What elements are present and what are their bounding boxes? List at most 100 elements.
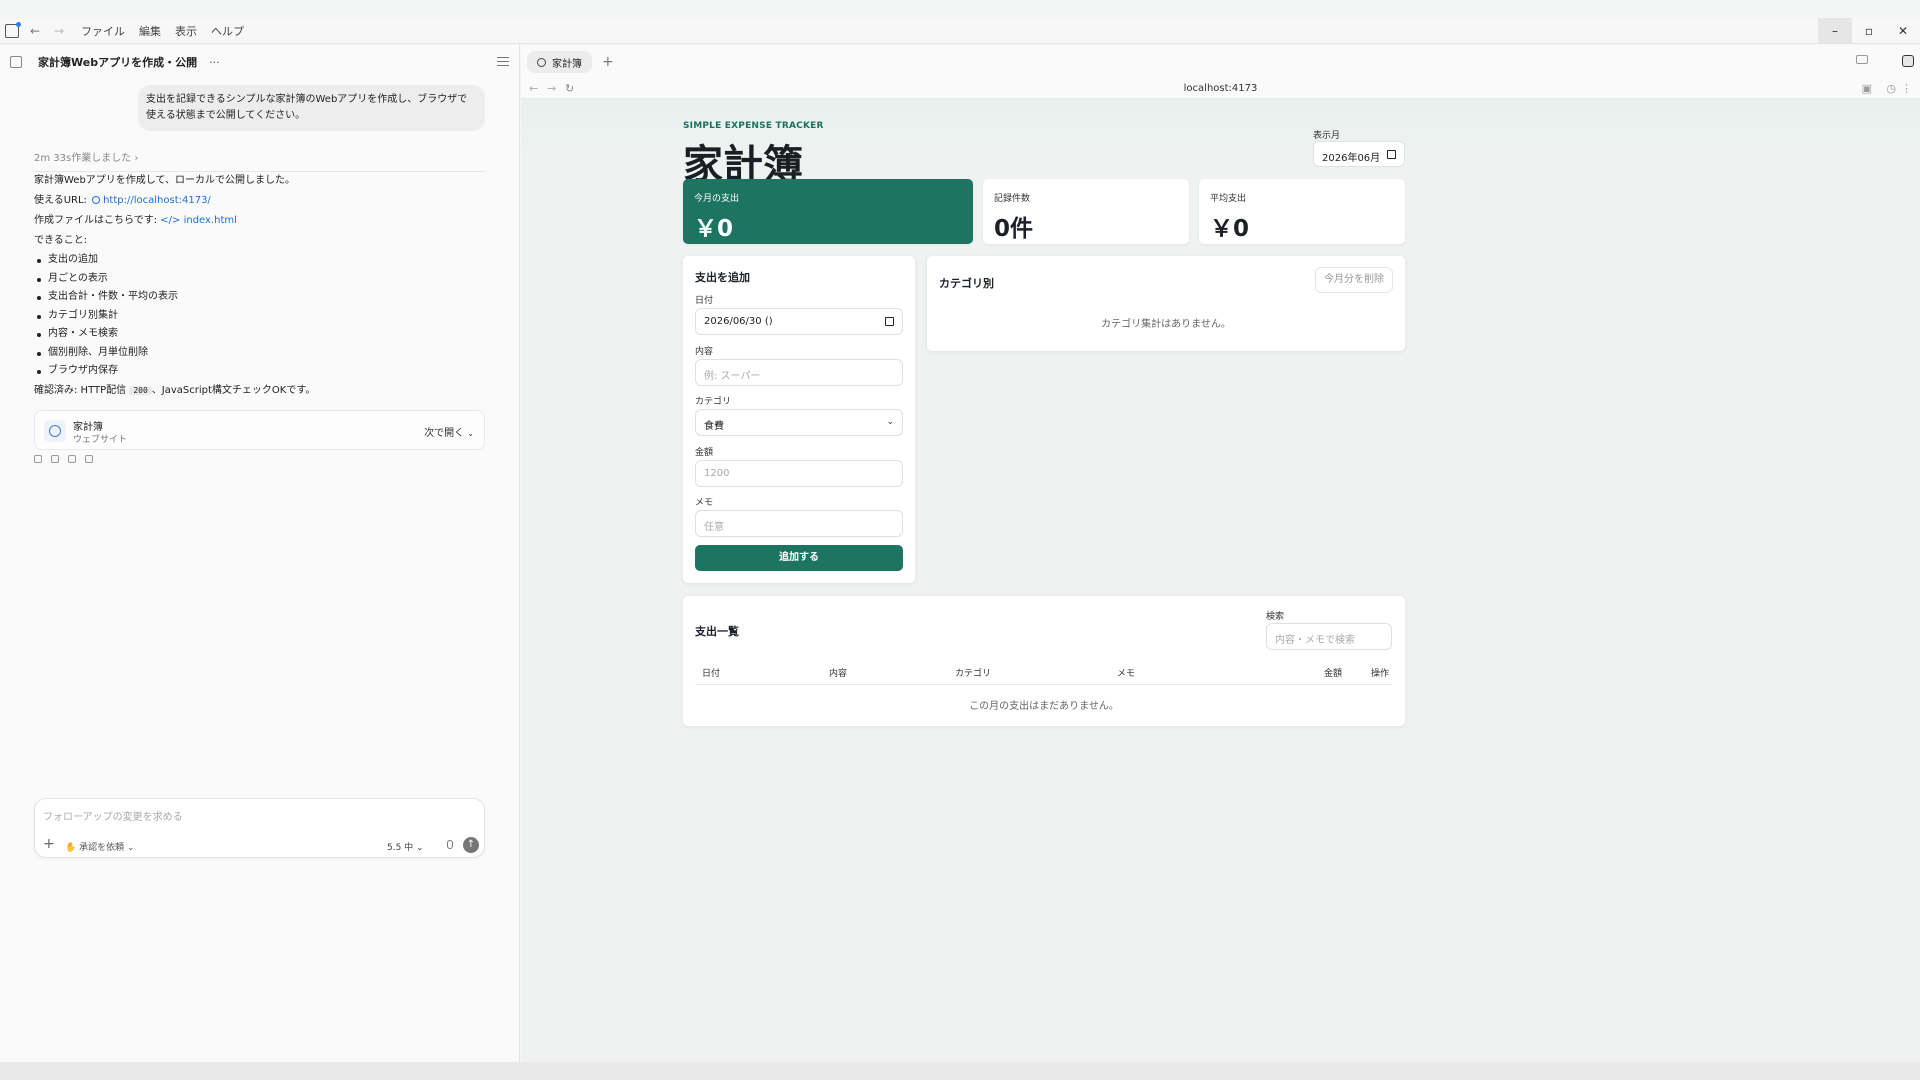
open-with-button[interactable]: 次で開く ⌄: [424, 424, 474, 439]
more-icon[interactable]: ···: [209, 56, 220, 69]
send-button[interactable]: ↑: [463, 837, 479, 853]
browser-panel: 家計簿 + ← → ↻ localhost:4173 ▣ ◷ ⋮ SIMPLE …: [521, 45, 1920, 1062]
list-item: 支出の追加: [34, 251, 485, 270]
address-bar: ← → ↻ localhost:4173 ▣ ◷ ⋮: [521, 79, 1920, 99]
stat-average: 平均支出 ￥0: [1199, 179, 1405, 244]
confirm-line: 確認済み: HTTP配信 200 、JavaScript構文チェックOKです。: [34, 384, 316, 396]
column-category: カテゴリ: [955, 669, 992, 679]
search-input[interactable]: 内容・メモで検索: [1266, 623, 1392, 650]
feature-list: 支出の追加 月ごとの表示 支出合計・件数・平均の表示 カテゴリ別集計 内容・メモ…: [34, 251, 485, 381]
menu-edit[interactable]: 編集: [139, 23, 161, 39]
column-amount: 金額: [1324, 669, 1343, 679]
memo-input[interactable]: 任意: [695, 510, 903, 537]
menu-file[interactable]: ファイル: [81, 23, 125, 39]
stat-monthly-expense: 今月の支出 ￥0: [683, 179, 973, 244]
tab-bar: 家計簿 +: [521, 45, 1920, 79]
minimize-button[interactable]: –: [1818, 18, 1852, 44]
list-title: 支出一覧: [695, 625, 739, 638]
website-card[interactable]: 家計簿 ウェブサイト 次で開く ⌄: [34, 410, 485, 450]
category-empty-message: カテゴリ集計はありません。: [1101, 319, 1231, 330]
devices-icon[interactable]: [1856, 55, 1868, 64]
menu-help[interactable]: ヘルプ: [211, 23, 244, 39]
response-line: 家計簿Webアプリを作成して、ローカルで公開しました。: [34, 175, 296, 186]
sidebar-toggle-icon[interactable]: [5, 21, 21, 38]
website-title: 家計簿: [73, 422, 103, 433]
close-button[interactable]: ✕: [1886, 18, 1920, 44]
desktop-background: [0, 1062, 1920, 1080]
list-empty-message: この月の支出はまだありません。: [969, 701, 1119, 712]
thumbs-up-icon[interactable]: [51, 455, 59, 463]
category-label: カテゴリ: [695, 397, 732, 407]
app-url-link[interactable]: http://localhost:4173/: [103, 195, 211, 206]
list-item: カテゴリ別集計: [34, 307, 485, 326]
mic-icon[interactable]: [447, 840, 453, 849]
app-tagline: SIMPLE EXPENSE TRACKER: [683, 121, 824, 131]
month-label: 表示月: [1313, 131, 1341, 141]
delete-month-button[interactable]: 今月分を削除: [1315, 267, 1393, 293]
forward-arrow-icon[interactable]: →: [51, 24, 67, 38]
globe-icon: [44, 420, 66, 442]
list-icon[interactable]: [497, 57, 509, 66]
column-date: 日付: [702, 669, 721, 679]
category-card: カテゴリ別 今月分を削除 カテゴリ集計はありません。: [927, 256, 1405, 351]
user-message: 支出を記録できるシンプルな家計簿のWebアプリを作成し、ブラウザで使える状態まで…: [138, 85, 485, 131]
content-input[interactable]: 例: スーパー: [695, 359, 903, 386]
restore-button[interactable]: ▫: [1852, 18, 1886, 44]
category-select[interactable]: 食費 ⌄: [695, 409, 903, 436]
url-field[interactable]: localhost:4173: [521, 83, 1920, 94]
copy-icon[interactable]: [34, 455, 42, 463]
list-item: 月ごとの表示: [34, 270, 485, 289]
menu-icon[interactable]: ⋮: [1901, 82, 1912, 95]
back-arrow-icon[interactable]: ←: [27, 24, 43, 38]
calendar-icon[interactable]: [885, 317, 894, 326]
status-code: 200: [129, 385, 152, 395]
menu-view[interactable]: 表示: [175, 23, 197, 39]
feedback-actions: [34, 455, 93, 463]
globe-icon: [537, 57, 546, 67]
form-title: 支出を追加: [695, 271, 750, 284]
list-item: 支出合計・件数・平均の表示: [34, 288, 485, 307]
column-content: 内容: [829, 669, 848, 679]
column-actions: 操作: [1371, 669, 1390, 679]
list-item: 個別削除、月単位削除: [34, 344, 485, 363]
date-label: 日付: [695, 296, 714, 306]
expense-list-card: 支出一覧 検索 内容・メモで検索 日付 内容 カテゴリ メモ 金額 操作 この月…: [683, 596, 1405, 726]
calendar-icon[interactable]: [1387, 150, 1396, 159]
new-chat-icon[interactable]: [10, 56, 22, 68]
memo-label: メモ: [695, 498, 714, 508]
category-title: カテゴリ別: [939, 277, 994, 290]
worked-summary[interactable]: 2m 33s作業しました ›: [34, 149, 485, 172]
add-expense-card: 支出を追加 日付 2026/06/30 () 内容 例: スーパー カテゴリ 食…: [683, 256, 915, 583]
title-bar: ← → ファイル 編集 表示 ヘルプ – ▫ ✕: [0, 18, 1920, 44]
globe-icon: [92, 196, 101, 204]
chevron-down-icon: ⌄: [467, 429, 474, 438]
response-url-line: 使えるURL: http://localhost:4173/: [34, 195, 211, 206]
approval-mode-select[interactable]: ✋ 承認を依頼 ⌄: [65, 840, 135, 853]
thumbs-down-icon[interactable]: [68, 455, 76, 463]
chat-title: 家計簿Webアプリを作成・公開: [38, 56, 198, 69]
search-label: 検索: [1266, 612, 1285, 622]
model-select[interactable]: 5.5 中 ⌄: [387, 840, 424, 853]
split-view-icon[interactable]: [1902, 55, 1914, 67]
content-label: 内容: [695, 347, 714, 357]
history-icon[interactable]: ◷: [1886, 82, 1896, 95]
screenshot-icon[interactable]: ▣: [1862, 82, 1872, 95]
can-do-heading: できること:: [34, 235, 88, 246]
amount-input[interactable]: 1200: [695, 460, 903, 487]
browser-tab[interactable]: 家計簿: [527, 51, 592, 73]
date-input[interactable]: 2026/06/30 (): [695, 308, 903, 335]
assistant-response: 家計簿Webアプリを作成して、ローカルで公開しました。 使えるURL: http…: [34, 171, 485, 401]
website-subtitle: ウェブサイト: [73, 435, 128, 445]
message-composer[interactable]: フォローアップの変更を求める + ✋ 承認を依頼 ⌄ 5.5 中 ⌄ ↑: [34, 798, 485, 858]
composer-input[interactable]: フォローアップの変更を求める: [43, 808, 183, 823]
amount-label: 金額: [695, 448, 714, 458]
add-attachment-button[interactable]: +: [43, 837, 55, 851]
new-tab-button[interactable]: +: [602, 54, 614, 70]
file-link[interactable]: index.html: [184, 215, 237, 226]
column-memo: メモ: [1117, 669, 1136, 679]
chat-panel: 家計簿Webアプリを作成・公開 ··· 支出を記録できるシンプルな家計簿のWeb…: [0, 45, 520, 1062]
share-icon[interactable]: [85, 455, 93, 463]
add-expense-button[interactable]: 追加する: [695, 545, 903, 571]
month-input[interactable]: 2026年06月: [1313, 141, 1405, 167]
table-divider: [695, 684, 1392, 685]
